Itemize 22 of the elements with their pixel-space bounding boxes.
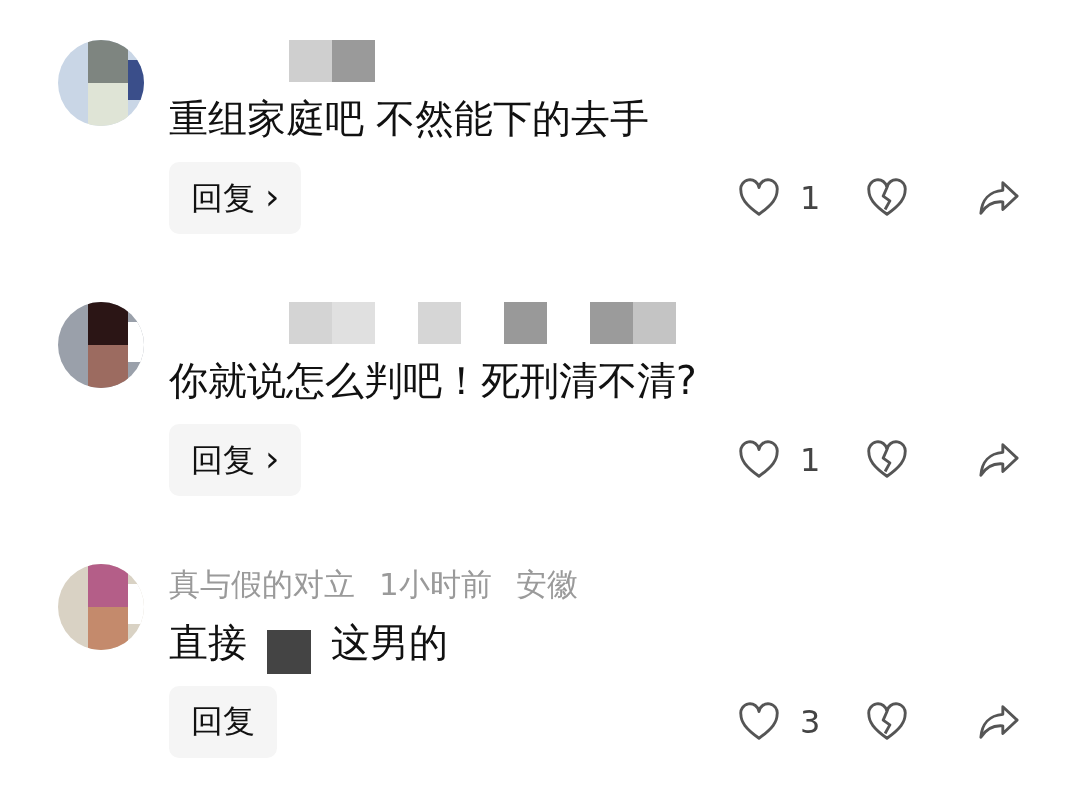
heart-icon[interactable] [738, 178, 780, 218]
share-icon[interactable] [978, 702, 1020, 742]
broken-heart-icon[interactable] [866, 178, 908, 218]
reply-button[interactable]: 回复 [169, 686, 277, 758]
broken-heart-icon[interactable] [866, 702, 908, 742]
share-icon[interactable] [978, 440, 1020, 480]
comment-text: 重组家庭吧 不然能下的去手 [169, 95, 650, 143]
broken-heart-icon[interactable] [866, 440, 908, 480]
like-count: 1 [800, 441, 822, 479]
heart-icon[interactable] [738, 702, 780, 742]
comment-meta: 安徽 [515, 565, 578, 604]
share-icon[interactable] [978, 178, 1020, 218]
comment-text: 这男的 [331, 619, 448, 667]
comment-text: 直接 [169, 619, 247, 667]
comment-meta: 1小时前 [379, 565, 492, 604]
reply-button[interactable]: 回复 › [169, 162, 302, 234]
heart-icon[interactable] [738, 440, 780, 480]
comment-text: 你就说怎么判吧！死刑清不清? [169, 357, 697, 405]
censor-block [267, 630, 311, 674]
reply-button[interactable]: 回复 › [169, 424, 302, 496]
like-count: 1 [800, 179, 822, 217]
like-count: 3 [800, 703, 822, 741]
